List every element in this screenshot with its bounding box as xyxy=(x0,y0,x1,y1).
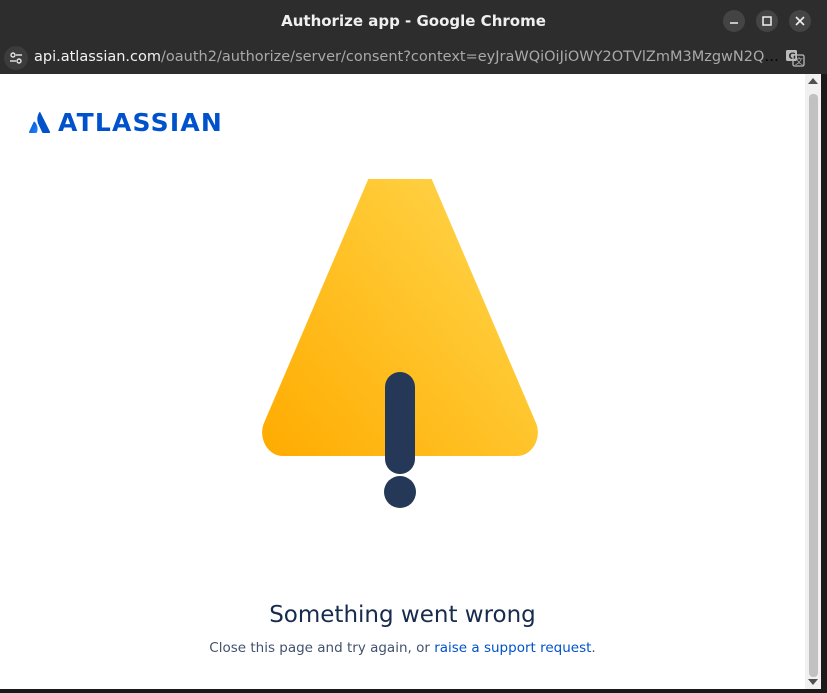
url-text[interactable]: api.atlassian.com/oauth2/authorize/serve… xyxy=(34,49,779,65)
site-info-icon xyxy=(10,52,22,64)
minimize-button[interactable] xyxy=(723,10,745,32)
site-info-button[interactable] xyxy=(4,46,28,70)
atlassian-wordmark: ATLASSIAN xyxy=(58,107,223,137)
svg-text:文: 文 xyxy=(795,56,803,66)
support-request-link[interactable]: raise a support request xyxy=(434,640,591,656)
window-bottom-edge xyxy=(0,689,821,693)
error-heading: Something went wrong xyxy=(269,602,536,628)
minimize-icon xyxy=(730,22,738,24)
error-message: Close this page and try again, or raise … xyxy=(0,640,805,656)
address-bar[interactable]: api.atlassian.com/oauth2/authorize/serve… xyxy=(0,42,827,74)
browser-window: Authorize app - Google Chrome api.atlass… xyxy=(0,0,827,693)
exclamation-bar xyxy=(385,372,415,474)
url-path: /oauth2/authorize/server/consent?context… xyxy=(161,49,779,65)
warning-illustration xyxy=(262,179,538,508)
url-host: api.atlassian.com xyxy=(34,49,162,65)
exclamation-dot xyxy=(384,476,416,508)
atlassian-logo-icon xyxy=(28,112,51,133)
close-icon xyxy=(795,16,805,26)
scroll-up-arrow-icon[interactable] xyxy=(808,78,818,84)
vertical-scrollbar[interactable] xyxy=(805,74,821,689)
atlassian-logo[interactable]: ATLASSIAN xyxy=(28,107,223,137)
title-bar: Authorize app - Google Chrome xyxy=(0,0,827,42)
error-message-prefix: Close this page and try again, or xyxy=(209,640,435,656)
scrollbar-thumb[interactable] xyxy=(809,94,818,677)
scroll-down-arrow-icon[interactable] xyxy=(808,679,818,685)
close-button[interactable] xyxy=(789,10,811,32)
error-message-suffix: . xyxy=(591,640,596,656)
window-title: Authorize app - Google Chrome xyxy=(281,12,546,30)
maximize-icon xyxy=(762,16,772,26)
maximize-button[interactable] xyxy=(756,10,778,32)
window-right-edge xyxy=(821,74,827,693)
translate-icon[interactable]: G 文 xyxy=(785,48,805,68)
page-content: ATLASSIAN Something went wrong Close thi… xyxy=(0,74,805,689)
